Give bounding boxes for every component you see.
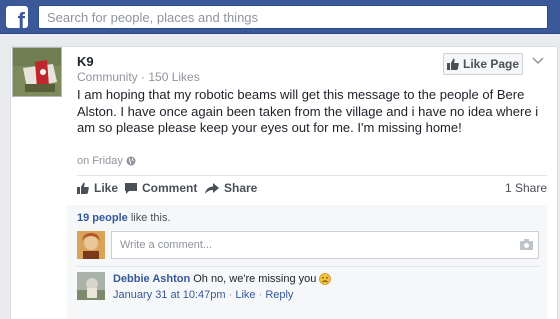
- chevron-down-icon[interactable]: [531, 54, 545, 66]
- logo-letter: f: [17, 8, 25, 29]
- comment-reply-link[interactable]: Reply: [265, 289, 293, 301]
- search-input[interactable]: [38, 5, 548, 29]
- post-text: I am hoping that my robotic beams will g…: [77, 87, 539, 135]
- speech-bubble-icon: [125, 182, 137, 194]
- post-meta: Community · 150 Likes: [77, 70, 200, 84]
- post-timestamp[interactable]: on Friday: [77, 155, 136, 167]
- thumbs-up-icon: [77, 182, 89, 194]
- top-bar: f: [0, 0, 560, 34]
- comment-meta-sep: ·: [228, 289, 233, 301]
- like-button[interactable]: Like: [77, 181, 118, 195]
- current-user-photo: [77, 231, 105, 259]
- like-page-label: Like Page: [462, 57, 520, 71]
- sad-face-icon: [319, 273, 332, 285]
- comment-label: Comment: [142, 181, 198, 195]
- comment-content: Debbie Ashton Oh no, we're missing you: [113, 273, 332, 285]
- comment-button[interactable]: Comment: [125, 181, 197, 195]
- comment-meta: January 31 at 10:47pm · Like · Reply: [113, 289, 293, 301]
- globe-icon: [126, 156, 136, 166]
- like-page-button[interactable]: Like Page: [443, 53, 523, 75]
- share-button[interactable]: Share: [205, 181, 257, 195]
- likes-count-link[interactable]: 19 people: [77, 212, 128, 224]
- facebook-logo-icon[interactable]: f: [6, 6, 28, 28]
- page-avatar-image: [13, 48, 61, 96]
- share-arrow-icon: [205, 182, 219, 194]
- comment-divider: [77, 266, 539, 267]
- likes-suffix: like this.: [130, 212, 171, 224]
- comment-like-link[interactable]: Like: [235, 289, 255, 301]
- comment-input[interactable]: [111, 231, 539, 259]
- thumbs-up-icon: [446, 58, 459, 70]
- commenter-name[interactable]: Debbie Ashton: [113, 273, 190, 285]
- post-card: K9 Community · 150 Likes Like Page I am …: [10, 46, 558, 319]
- page-avatar[interactable]: [12, 47, 62, 97]
- commenter-avatar[interactable]: [77, 272, 105, 300]
- commenter-photo: [77, 272, 105, 300]
- like-label: Like: [94, 181, 119, 195]
- comment-meta-sep-2: ·: [258, 289, 263, 301]
- share-count[interactable]: 1 Share: [505, 181, 547, 195]
- camera-icon[interactable]: [520, 239, 533, 250]
- comment-timestamp[interactable]: January 31 at 10:47pm: [113, 289, 226, 301]
- likes-summary: 19 people like this.: [77, 212, 171, 224]
- current-user-avatar: [77, 231, 105, 259]
- post-time-label: on Friday: [77, 155, 123, 167]
- share-label: Share: [224, 181, 258, 195]
- comment-text: Oh no, we're missing you: [193, 273, 317, 285]
- comments-section: 19 people like this. Write a comment... …: [67, 205, 547, 319]
- post-actions: Like Comment Share 1 Share: [77, 181, 547, 199]
- actions-divider-top: [77, 175, 547, 176]
- post-author[interactable]: K9: [77, 54, 94, 69]
